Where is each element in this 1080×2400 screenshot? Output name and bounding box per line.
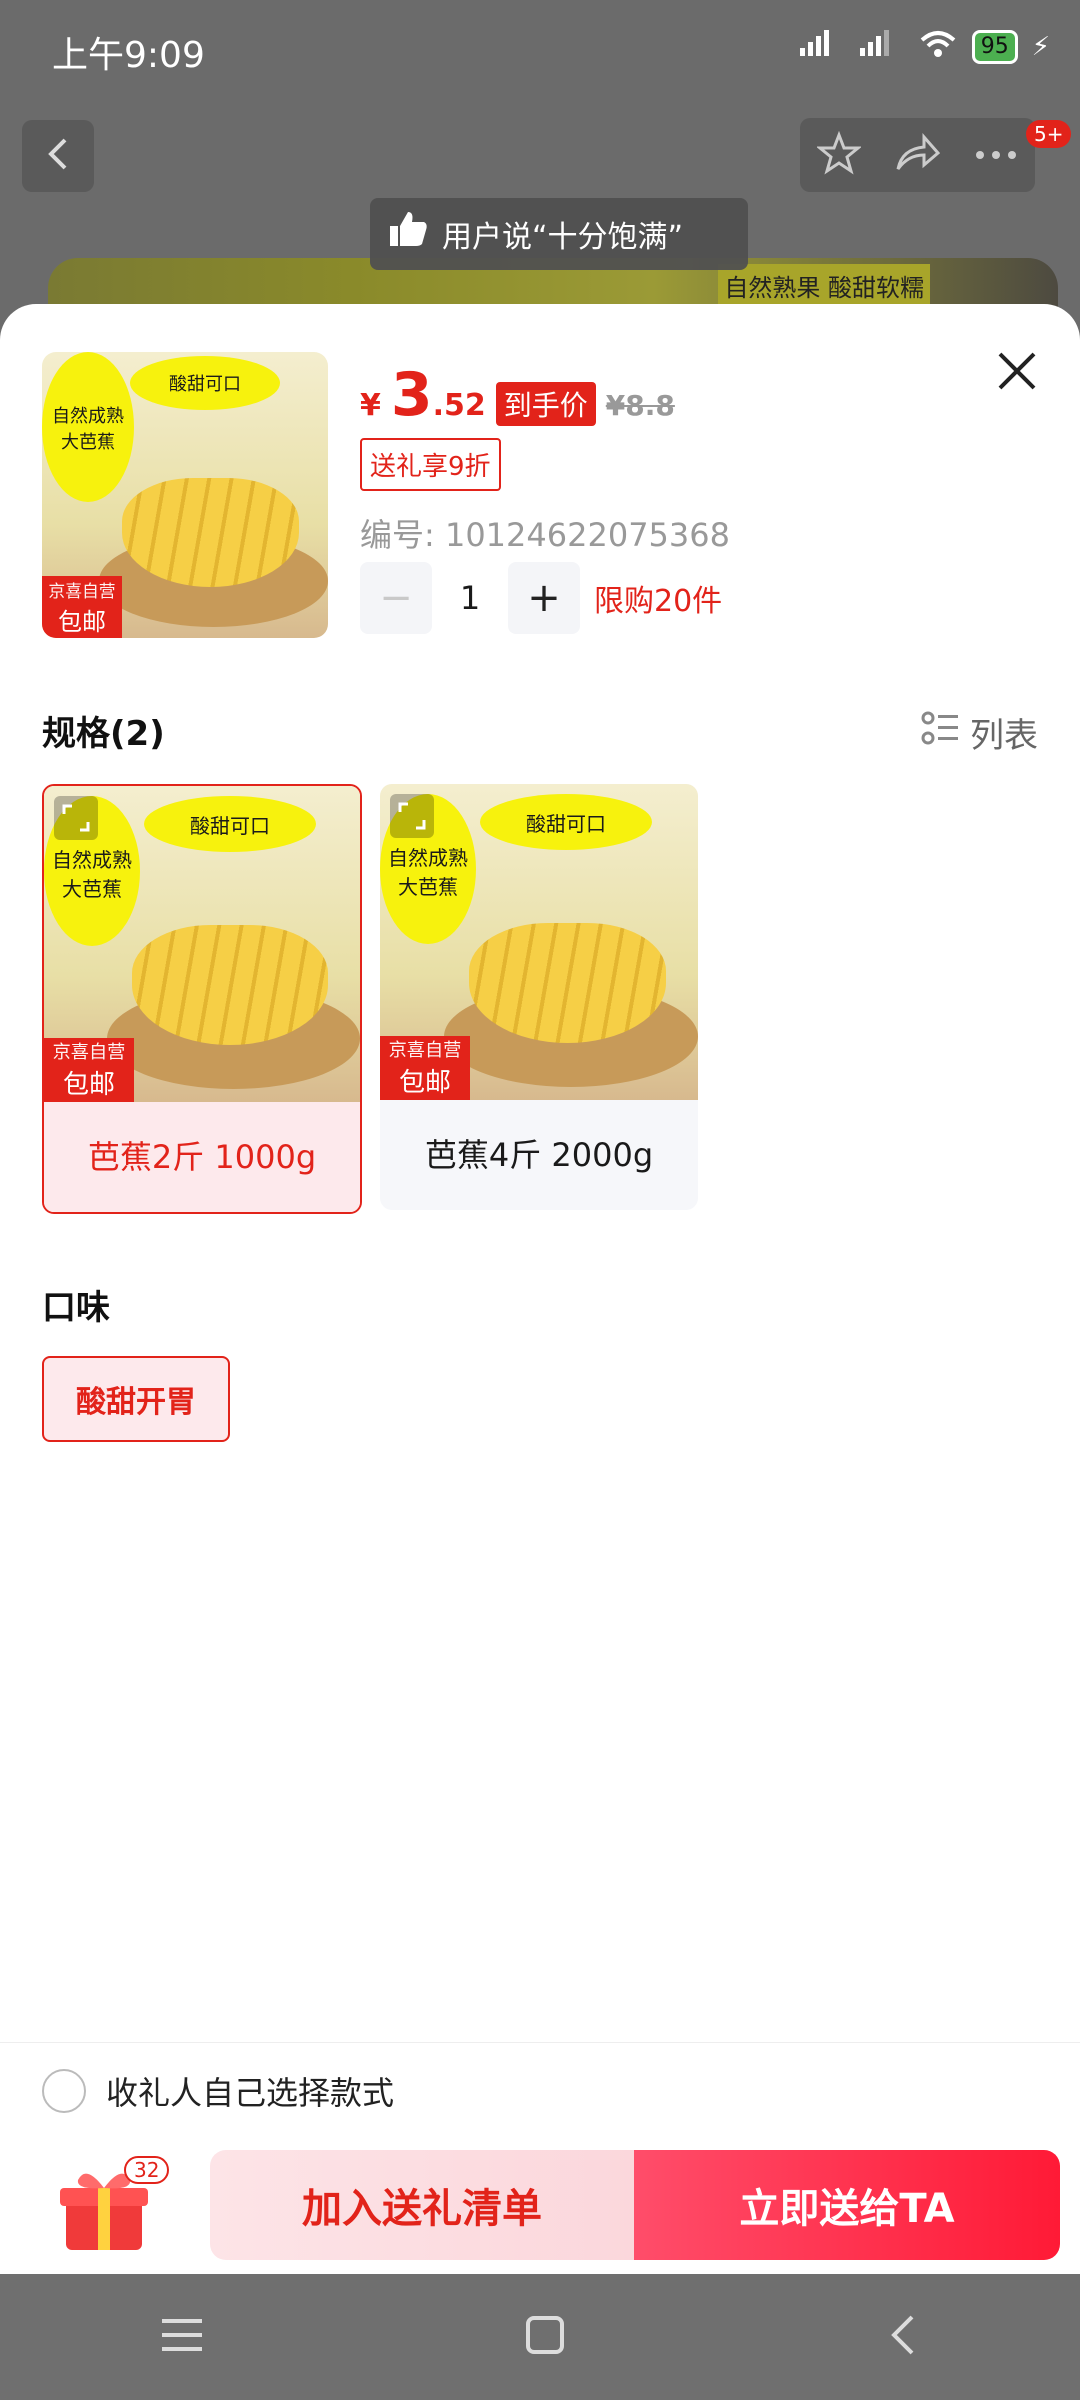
self-choose-row[interactable]: 收礼人自己选择款式 xyxy=(0,2042,1080,2140)
gift-count-badge: 32 xyxy=(124,2156,170,2184)
nav-back-icon[interactable] xyxy=(888,2313,918,2361)
tag-main: 包邮 xyxy=(58,608,106,636)
jd-tag: 京喜自营 包邮 xyxy=(44,1038,134,1102)
coupon-badge: 送礼享9折 xyxy=(360,438,501,491)
tag-top: 京喜自营 xyxy=(48,581,116,601)
spec-thumbnail: 自然成熟 大芭蕉 酸甜可口 京喜自营 包邮 xyxy=(380,784,698,1100)
system-navigation xyxy=(0,2274,1080,2400)
original-price: ¥8.8 xyxy=(605,389,675,422)
share-icon[interactable] xyxy=(894,133,941,177)
menu-icon[interactable] xyxy=(161,2317,202,2357)
signal-icon xyxy=(798,28,844,65)
back-icon xyxy=(43,134,73,178)
close-button[interactable] xyxy=(992,346,1042,396)
self-choose-label: 收礼人自己选择款式 xyxy=(106,2074,395,2112)
gift-icon xyxy=(56,2173,152,2260)
send-now-button[interactable]: 立即送给TA xyxy=(634,2150,1060,2260)
thumb-label: 酸甜可口 xyxy=(526,812,606,836)
price-integer: 3 xyxy=(390,360,433,430)
header-actions xyxy=(800,118,1035,192)
flavor-title: 口味 xyxy=(42,1288,110,1328)
signal-icon xyxy=(858,28,904,65)
list-label: 列表 xyxy=(970,716,1038,756)
price-symbol: ¥ xyxy=(360,388,381,423)
jd-tag: 京喜自营 包邮 xyxy=(42,576,122,638)
tag-main: 包邮 xyxy=(62,1070,115,1100)
charging-icon: ⚡ xyxy=(1031,31,1050,62)
price-decimal: .52 xyxy=(432,388,486,423)
wifi-icon xyxy=(918,28,958,65)
thumb-label: 自然成熟 大芭蕉 xyxy=(388,846,468,899)
status-time: 上午9:09 xyxy=(52,35,205,76)
jd-tag: 京喜自营 包邮 xyxy=(380,1036,470,1100)
expand-icon[interactable] xyxy=(54,796,98,844)
thumb-label: 自然成熟 大芭蕉 xyxy=(52,848,132,901)
price-tag: 到手价 xyxy=(495,382,596,426)
thumb-label: 酸甜可口 xyxy=(190,814,270,838)
expand-icon[interactable] xyxy=(390,794,434,842)
close-icon xyxy=(992,352,1042,400)
spec-label: 芭蕉4斤 2000g xyxy=(424,1136,654,1174)
spec-title: 规格(2) xyxy=(42,714,165,754)
banner-text: 自然熟果 酸甜软糯 xyxy=(718,264,930,307)
more-icon[interactable] xyxy=(974,146,1018,165)
list-icon xyxy=(920,708,960,757)
price: 3.52 xyxy=(391,360,486,430)
thumb-label: 酸甜可口 xyxy=(169,374,241,395)
spec-option[interactable]: 自然成熟 大芭蕉 酸甜可口 京喜自营 包邮 芭蕉2斤 1000g xyxy=(42,784,362,1214)
decrease-quantity-button[interactable]: − xyxy=(360,562,432,634)
spec-option[interactable]: 自然成熟 大芭蕉 酸甜可口 京喜自营 包邮 芭蕉4斤 2000g xyxy=(380,784,698,1210)
tag-main: 包邮 xyxy=(398,1068,451,1098)
spec-thumbnail: 自然成熟 大芭蕉 酸甜可口 京喜自营 包邮 xyxy=(44,786,360,1102)
product-thumbnail[interactable]: 自然成熟 大芭蕉 酸甜可口 京喜自营 包邮 xyxy=(42,352,328,638)
tag-top: 京喜自营 xyxy=(388,1040,462,1061)
add-to-gift-list-button[interactable]: 加入送礼清单 xyxy=(210,2150,634,2260)
back-button[interactable] xyxy=(22,120,94,192)
notification-badge: 5+ xyxy=(1026,120,1072,148)
purchase-limit: 限购20件 xyxy=(594,584,723,619)
thumbs-up-icon xyxy=(388,210,428,258)
star-icon[interactable] xyxy=(815,130,863,179)
increase-quantity-button[interactable]: + xyxy=(508,562,580,634)
list-view-toggle[interactable]: 列表 xyxy=(920,708,1038,757)
status-icons: 95 ⚡ xyxy=(798,28,1050,65)
spec-label: 芭蕉2斤 1000g xyxy=(44,1102,360,1212)
sku-number: 编号: 10124622075368 xyxy=(360,516,730,554)
banana-graphic xyxy=(469,923,667,1044)
flavor-option[interactable]: 酸甜开胃 xyxy=(42,1356,230,1442)
review-toast: 用户说“十分饱满” xyxy=(370,198,748,270)
toast-text: 用户说“十分饱满” xyxy=(442,220,684,255)
home-icon[interactable] xyxy=(525,2315,565,2359)
battery-indicator: 95 xyxy=(971,29,1018,64)
thumb-label: 自然成熟 大芭蕉 xyxy=(52,406,124,453)
price-row: ¥ 3.52 到手价 ¥8.8 xyxy=(360,360,675,430)
tag-top: 京喜自营 xyxy=(52,1042,126,1063)
banana-graphic xyxy=(132,925,329,1046)
quantity-value[interactable]: 1 xyxy=(432,562,508,634)
self-choose-radio[interactable] xyxy=(42,2069,86,2113)
banana-graphic xyxy=(122,477,300,587)
